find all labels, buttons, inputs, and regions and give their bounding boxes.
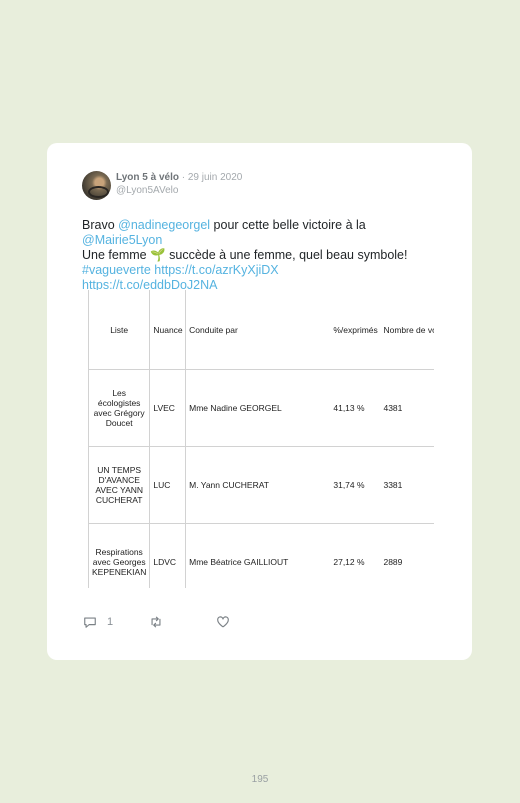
table-row: Les écologistes avec Grégory Doucet LVEC… bbox=[88, 369, 434, 447]
tweet-text-part: succède à une femme, quel beau symbole! bbox=[165, 248, 408, 262]
tweet-date[interactable]: · 29 juin 2020 bbox=[182, 172, 243, 183]
cell-conduite: Mme Béatrice GAILLIOUT bbox=[185, 523, 331, 588]
retweet-icon bbox=[151, 616, 161, 628]
reply-count: 1 bbox=[107, 616, 114, 628]
cell-liste: Respirations avec Georges KEPENEKIAN bbox=[88, 523, 151, 588]
header-liste: Liste bbox=[88, 290, 151, 370]
tweet-text-part: pour cette belle victoire à la bbox=[210, 218, 366, 232]
cell-liste: UN TEMPS D'AVANCE AVEC YANN CUCHERAT bbox=[88, 446, 151, 524]
reply-button[interactable]: 1 bbox=[83, 615, 113, 629]
like-button[interactable] bbox=[216, 615, 230, 629]
cell-exprimes: 27,12 % bbox=[330, 523, 381, 588]
retweet-button[interactable] bbox=[149, 615, 163, 629]
tweet-text: Bravo @nadinegeorgel pour cette belle vi… bbox=[82, 218, 442, 293]
tweet-text-part: Bravo bbox=[82, 218, 119, 232]
header-exprimes: %/exprimés bbox=[330, 290, 381, 370]
results-table: Liste Nuance Conduite par %/exprimés Nom… bbox=[88, 290, 434, 588]
table-row: UN TEMPS D'AVANCE AVEC YANN CUCHERAT LUC… bbox=[88, 446, 434, 524]
tweet-text-part: Une femme bbox=[82, 248, 151, 262]
reply-icon bbox=[84, 617, 96, 628]
header-voix: Nombre de voix bbox=[380, 290, 434, 370]
seedling-emoji: 🌱 bbox=[150, 248, 166, 262]
author-name-text: Lyon 5 à vélo bbox=[116, 172, 179, 183]
results-table-image[interactable]: Liste Nuance Conduite par %/exprimés Nom… bbox=[88, 290, 434, 588]
cell-exprimes: 31,74 % bbox=[330, 446, 381, 524]
header-conduite: Conduite par bbox=[185, 290, 331, 370]
cell-liste: Les écologistes avec Grégory Doucet bbox=[88, 369, 151, 447]
tweet-actions: 1 bbox=[83, 615, 283, 631]
author-name[interactable]: Lyon 5 à vélo · 29 juin 2020 bbox=[116, 172, 242, 183]
cell-voix: 4381 bbox=[380, 369, 434, 447]
tweet-card: Lyon 5 à vélo · 29 juin 2020 @Lyon5AVelo… bbox=[47, 143, 472, 660]
like-icon bbox=[217, 616, 229, 628]
table-header-row: Liste Nuance Conduite par %/exprimés Nom… bbox=[88, 290, 434, 370]
mention-link[interactable]: @nadinegeorgel bbox=[118, 218, 210, 232]
cell-conduite: M. Yann CUCHERAT bbox=[185, 446, 331, 524]
page-number: 195 bbox=[251, 774, 269, 785]
cell-nuance: LVEC bbox=[149, 369, 187, 447]
cell-nuance: LDVC bbox=[149, 523, 187, 588]
table-row: Respirations avec Georges KEPENEKIAN LDV… bbox=[88, 523, 434, 588]
mention-link[interactable]: @Mairie5Lyon bbox=[82, 233, 162, 247]
cell-voix: 3381 bbox=[380, 446, 434, 524]
cell-voix: 2889 bbox=[380, 523, 434, 588]
cell-nuance: LUC bbox=[149, 446, 187, 524]
hashtag-link[interactable]: #vagueverte bbox=[82, 263, 151, 277]
url-link[interactable]: https://t.co/azrKyXjiDX bbox=[154, 263, 278, 277]
avatar[interactable] bbox=[82, 171, 111, 200]
cell-exprimes: 41,13 % bbox=[330, 369, 381, 447]
author-handle[interactable]: @Lyon5AVelo bbox=[116, 185, 178, 196]
header-nuance: Nuance bbox=[149, 290, 187, 370]
cell-conduite: Mme Nadine GEORGEL bbox=[185, 369, 331, 447]
